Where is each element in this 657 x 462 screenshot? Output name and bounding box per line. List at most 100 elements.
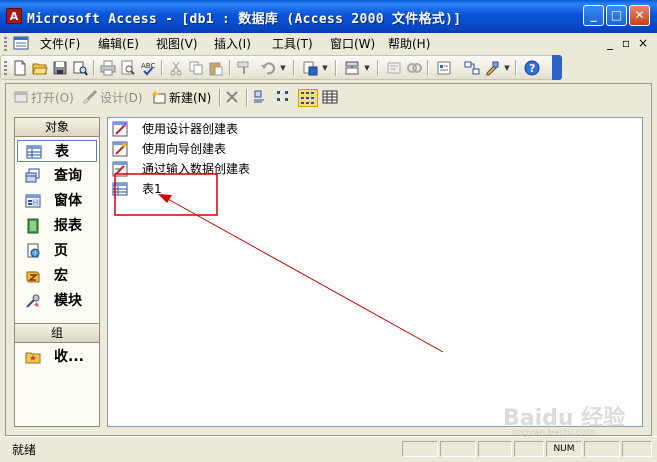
menu-window[interactable]: 窗口(W) xyxy=(330,36,375,52)
undo-arrow-icon xyxy=(261,62,275,75)
format-painter-icon xyxy=(237,61,249,74)
mdi-restore-button[interactable]: ▫ xyxy=(619,35,633,51)
menu-help[interactable]: 帮助(H) xyxy=(388,36,430,52)
relationships-button[interactable] xyxy=(463,59,481,77)
copy-icon xyxy=(189,61,203,75)
window-title: Microsoft Access - [db1 : 数据库 (Access 20… xyxy=(27,12,462,27)
toolbar-separator xyxy=(293,60,295,76)
num-lock-indicator: NUM xyxy=(546,441,582,457)
db-toolbar-separator xyxy=(219,89,221,107)
script-editor-button[interactable] xyxy=(405,59,423,77)
object-modules[interactable]: 模块 xyxy=(17,290,97,312)
title-bar[interactable]: A Microsoft Access - [db1 : 数据库 (Access … xyxy=(0,0,657,33)
open-icon xyxy=(14,91,28,103)
print-button[interactable] xyxy=(99,59,117,77)
page-icon xyxy=(27,243,40,258)
object-queries[interactable]: 查询 xyxy=(17,165,97,187)
office-links-button[interactable] xyxy=(301,59,319,77)
menu-edit[interactable]: 编辑(E) xyxy=(98,36,139,52)
large-icons-button[interactable] xyxy=(252,89,270,107)
code-button[interactable] xyxy=(385,59,403,77)
new-object-button[interactable] xyxy=(483,59,501,77)
mdi-minimize-button[interactable]: _ xyxy=(603,35,617,51)
toolbar-separator xyxy=(335,60,337,76)
table-icon xyxy=(26,145,42,159)
list-view-button[interactable] xyxy=(298,89,318,107)
minimize-button[interactable]: _ xyxy=(583,5,604,26)
office-links-icon xyxy=(303,61,318,76)
toolbar-separator xyxy=(93,60,95,76)
db-design-label: 设计(D) xyxy=(100,91,143,105)
groups-header[interactable]: 组 xyxy=(15,323,99,343)
undo-dropdown[interactable]: ▼ xyxy=(279,59,287,77)
object-forms[interactable]: 窗体 xyxy=(17,190,97,212)
report-icon xyxy=(27,218,39,234)
undo-button[interactable] xyxy=(259,59,277,77)
open-button[interactable] xyxy=(31,59,49,77)
file-search-button[interactable] xyxy=(71,59,89,77)
format-painter-button[interactable] xyxy=(235,59,253,77)
cut-button[interactable] xyxy=(167,59,185,77)
status-indicator xyxy=(514,441,544,457)
open-folder-icon xyxy=(32,63,48,75)
list-item-label: 使用设计器创建表 xyxy=(142,122,239,136)
mdi-close-button[interactable]: × xyxy=(636,35,650,51)
db-new-button[interactable]: 新建(N) xyxy=(151,89,211,107)
menu-grip-handle[interactable] xyxy=(4,37,7,51)
access-app-icon[interactable]: A xyxy=(6,8,22,24)
objects-header[interactable]: 对象 xyxy=(15,118,99,137)
print-preview-button[interactable] xyxy=(119,59,137,77)
object-label: 收... xyxy=(54,349,84,365)
new-object-dropdown[interactable]: ▼ xyxy=(503,59,511,77)
standard-toolbar: ABC ▼ ▼ ▼ ▼ ? xyxy=(0,55,562,80)
details-view-icon xyxy=(322,90,338,104)
database-window-icon[interactable] xyxy=(13,36,29,51)
close-button[interactable]: ✕ xyxy=(629,5,650,26)
db-open-button[interactable]: 打开(O) xyxy=(13,89,74,107)
printer-icon xyxy=(100,60,116,76)
paste-button[interactable] xyxy=(207,59,225,77)
data-entry-icon xyxy=(112,161,128,177)
menu-tools[interactable]: 工具(T) xyxy=(272,36,313,52)
object-macros[interactable]: 宏 xyxy=(17,265,97,287)
db-design-button[interactable]: 设计(D) xyxy=(82,89,143,107)
new-sparkle-icon xyxy=(151,90,166,104)
maximize-button[interactable]: □ xyxy=(606,5,627,26)
menu-file[interactable]: 文件(F) xyxy=(40,36,80,52)
office-links-dropdown[interactable]: ▼ xyxy=(321,59,329,77)
maximize-icon: □ xyxy=(610,8,623,22)
toolbar-grip-handle[interactable] xyxy=(4,61,7,75)
object-reports[interactable]: 报表 xyxy=(17,215,97,237)
save-button[interactable] xyxy=(51,59,69,77)
object-tables[interactable]: 表 xyxy=(17,140,97,162)
analyze-dropdown[interactable]: ▼ xyxy=(363,59,371,77)
small-icons-view-icon xyxy=(277,91,288,101)
small-icons-button[interactable] xyxy=(276,89,294,107)
print-preview-icon xyxy=(121,60,135,75)
object-label: 宏 xyxy=(54,268,68,284)
object-label: 模块 xyxy=(54,293,82,309)
analyze-button[interactable] xyxy=(343,59,361,77)
group-favorites[interactable]: 收... xyxy=(17,346,97,368)
list-item-label: 使用向导创建表 xyxy=(142,142,227,156)
status-indicator xyxy=(622,441,652,457)
status-text: 就绪 xyxy=(12,443,37,457)
menu-insert[interactable]: 插入(I) xyxy=(214,36,251,52)
details-view-button[interactable] xyxy=(322,89,340,107)
new-button[interactable] xyxy=(11,59,29,77)
object-label: 表 xyxy=(55,144,69,160)
db-toolbar-separator xyxy=(246,89,248,107)
db-delete-button[interactable] xyxy=(224,89,242,107)
object-pages[interactable]: 页 xyxy=(17,240,97,262)
properties-icon xyxy=(437,61,451,75)
toolbar-options-button[interactable] xyxy=(552,55,562,80)
spelling-button[interactable]: ABC xyxy=(139,59,157,77)
form-icon xyxy=(25,194,41,208)
macro-icon xyxy=(26,271,40,283)
baidu-watermark-url: jingyan.baidu.com xyxy=(512,428,596,438)
help-button[interactable]: ? xyxy=(523,59,541,77)
copy-button[interactable] xyxy=(187,59,205,77)
query-icon xyxy=(25,168,40,183)
menu-view[interactable]: 视图(V) xyxy=(156,36,198,52)
properties-button[interactable] xyxy=(435,59,453,77)
